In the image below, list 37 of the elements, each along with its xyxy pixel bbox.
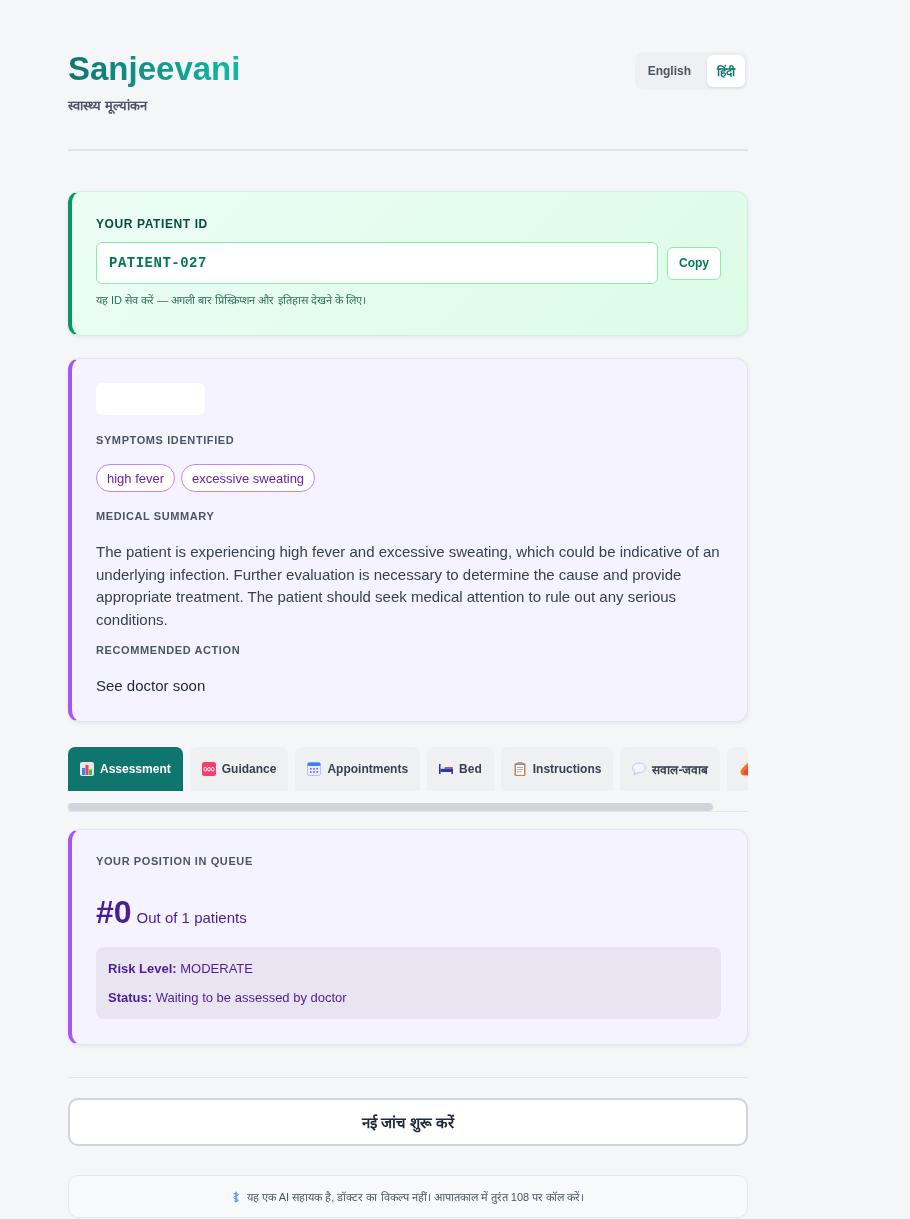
bar-chart-icon	[80, 762, 94, 776]
language-option[interactable]: English	[637, 55, 701, 87]
medical-staff-icon	[231, 1190, 240, 1203]
speech-bubble-icon	[632, 762, 647, 776]
tab[interactable]: Guidance	[189, 747, 289, 791]
patient-id-label: YOUR PATIENT ID	[96, 216, 209, 232]
tab[interactable]	[727, 747, 748, 791]
tab[interactable]: Assessment	[68, 747, 183, 791]
scrollbar-thumb[interactable]	[68, 803, 713, 811]
symptom-tag: high fever	[96, 464, 176, 492]
patient-id-field[interactable]: PATIENT-027	[96, 242, 658, 284]
disclaimer-text: यह एक AI सहायक है, डॉक्टर का विकल्प नहीं। आपातकाल में तुरंत 108 पर कॉल करें।	[246, 1190, 585, 1204]
symptom-tag: excessive sweating	[181, 464, 316, 492]
queue-detail-text: Status: Waiting to be assessed by doctor	[108, 989, 348, 1007]
tab[interactable]: Bed	[427, 747, 494, 791]
copy-button[interactable]: Copy	[667, 246, 721, 280]
medical-summary-text: The patient is experiencing high fever and excessive sweating, which could be indicative of an underlying infection. Further evaluation is necessary to determine the cause and provide appropriate treatment. The patient should seek medical attention to rule out any serious conditions.	[96, 542, 721, 630]
app-subtitle: स्वास्थ्य मूल्यांकन	[68, 97, 149, 115]
recommended-action-text: See doctor soon	[96, 676, 207, 696]
language-option[interactable]: हिंदी	[707, 55, 745, 87]
queue-position-label: YOUR POSITION IN QUEUE	[96, 854, 254, 868]
queue-position-number: #0	[96, 893, 132, 931]
queue-total-text: Out of 1 patients	[136, 909, 247, 926]
summary-label: MEDICAL SUMMARY	[96, 509, 216, 523]
save-id-hint: यह ID सेव करें — अगली बार प्रिस्क्रिप्शन और इतिहास देखने के लिए।	[96, 293, 367, 308]
recommended-action-label: RECOMMENDED ACTION	[96, 643, 242, 657]
calendar-icon	[307, 762, 322, 776]
symptoms-label: SYMPTOMS IDENTIFIED	[96, 433, 236, 447]
tab[interactable]: सवाल-जवाब	[620, 747, 721, 791]
sos-icon	[201, 762, 216, 776]
tab[interactable]: Appointments	[295, 747, 421, 791]
clipboard-icon	[512, 762, 527, 776]
new-check-button[interactable]: नई जांच शुरू करें	[68, 1098, 748, 1146]
drop-icon	[740, 762, 748, 776]
bed-icon	[439, 764, 454, 774]
queue-detail-text: Risk Level: MODERATE	[108, 960, 254, 978]
tab[interactable]: Instructions	[500, 747, 614, 791]
